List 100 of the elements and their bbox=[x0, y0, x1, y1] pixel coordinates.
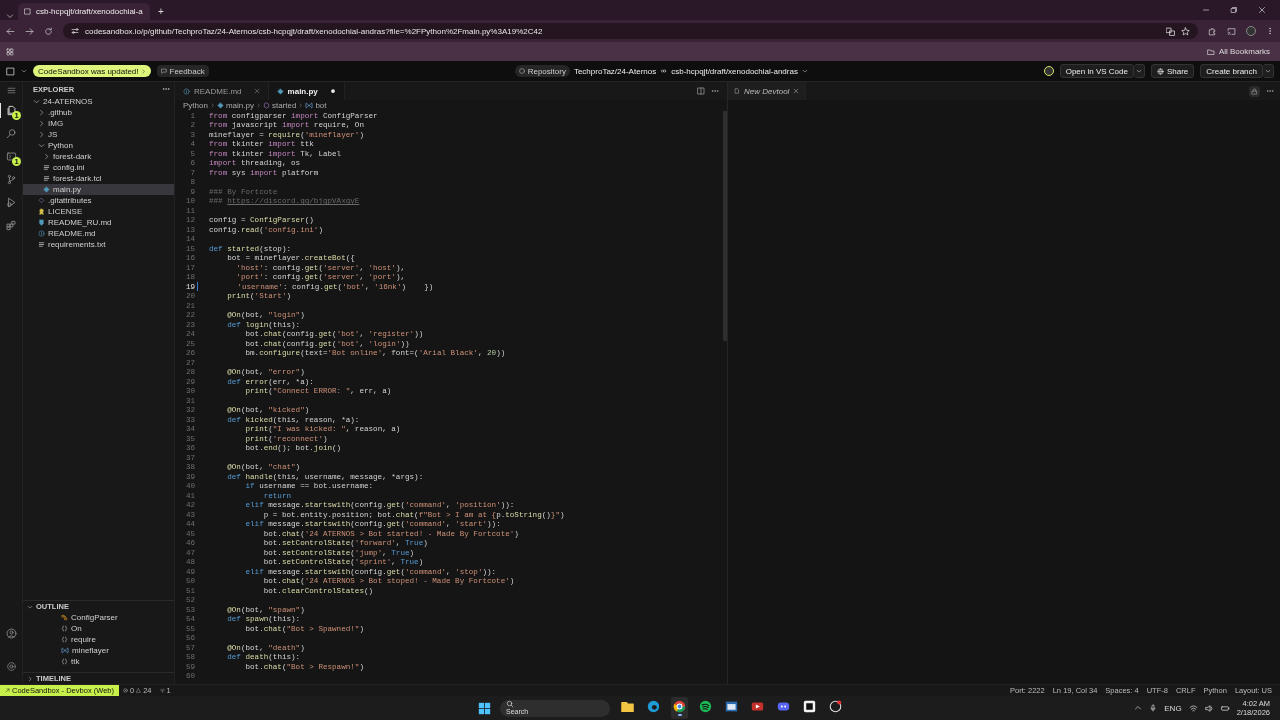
diamond-file-icon bbox=[38, 197, 45, 204]
breadcrumb-item[interactable]: started bbox=[262, 101, 297, 110]
file-tree-item[interactable]: config.ini bbox=[23, 162, 174, 173]
breadcrumb-item[interactable]: Python bbox=[183, 101, 208, 110]
restore-icon[interactable] bbox=[1230, 6, 1238, 14]
close-icon bbox=[253, 88, 260, 94]
file-tree-item[interactable]: requirements.txt bbox=[23, 239, 174, 250]
error-icon bbox=[123, 688, 128, 693]
circle-app-icon bbox=[829, 700, 842, 714]
text-file-icon bbox=[43, 164, 50, 171]
chevron-icon bbox=[298, 103, 304, 108]
file-tree-item[interactable]: README.md bbox=[23, 228, 174, 239]
file-tree-item[interactable]: .gitattributes bbox=[23, 195, 174, 206]
download-file-icon bbox=[38, 219, 45, 226]
speaker-icon[interactable] bbox=[1204, 703, 1214, 713]
more-icon[interactable] bbox=[162, 85, 170, 93]
file-tree-item[interactable]: 24-ATERNOS bbox=[23, 96, 174, 107]
file-tree-item[interactable]: Python bbox=[23, 140, 174, 151]
remote-icon bbox=[5, 688, 10, 693]
file-tree-item[interactable]: JS bbox=[23, 129, 174, 140]
forward-icon[interactable] bbox=[25, 26, 34, 36]
taskbar-app[interactable] bbox=[671, 697, 688, 719]
open-in-vscode-button[interactable]: Open in VS Code bbox=[1059, 64, 1134, 78]
breadcrumb-item[interactable]: main.py bbox=[216, 101, 254, 110]
browser-tab[interactable]: csb-hcpqjt/draft/xenodochial-a bbox=[18, 3, 150, 20]
share-button[interactable]: Share bbox=[1150, 64, 1195, 78]
file-tree-item[interactable]: forest-dark.tcl bbox=[23, 173, 174, 184]
start-icon[interactable] bbox=[478, 701, 491, 715]
minimize-icon[interactable] bbox=[1202, 6, 1210, 14]
chevron-icon bbox=[140, 68, 146, 74]
reload-icon[interactable] bbox=[44, 26, 53, 36]
chevron-icon[interactable] bbox=[801, 68, 808, 74]
text-file-icon bbox=[38, 241, 45, 248]
account-icon[interactable] bbox=[5, 628, 17, 639]
all-bookmarks-button[interactable]: All Bookmarks bbox=[1206, 47, 1274, 56]
folder-icon bbox=[1206, 47, 1215, 56]
branch-name: csb-hcpqjt/draft/xenodochial-andras bbox=[671, 66, 798, 76]
file-tree-item[interactable]: forest-dark bbox=[23, 151, 174, 162]
outline-item[interactable]: On bbox=[23, 623, 174, 634]
editor-tab[interactable]: README.md bbox=[175, 82, 269, 100]
info-icon bbox=[183, 87, 190, 95]
translate-icon[interactable] bbox=[1166, 26, 1175, 36]
close-icon[interactable] bbox=[1258, 6, 1266, 14]
chevron-up-icon[interactable] bbox=[1134, 704, 1143, 712]
browser-icon bbox=[647, 700, 660, 714]
chevron-icon[interactable] bbox=[21, 68, 27, 74]
settings-icon[interactable] bbox=[5, 661, 17, 672]
battery-icon[interactable] bbox=[1220, 703, 1230, 713]
folder-icon bbox=[621, 700, 634, 714]
favicon-icon bbox=[24, 8, 31, 15]
split-editor-icon[interactable] bbox=[697, 87, 705, 95]
python-file-icon bbox=[43, 186, 50, 193]
feedback-button[interactable]: Feedback bbox=[156, 65, 209, 77]
run-debug-icon bbox=[6, 197, 17, 208]
microphone-icon[interactable] bbox=[1149, 704, 1158, 712]
new-tab-button[interactable]: + bbox=[154, 3, 168, 20]
window-app-icon bbox=[725, 700, 738, 714]
menu-icon[interactable] bbox=[6, 86, 16, 95]
warning-icon bbox=[136, 688, 142, 693]
user-avatar[interactable] bbox=[1043, 66, 1054, 76]
comment-icon bbox=[160, 68, 167, 74]
files-icon bbox=[6, 105, 17, 116]
more-icon[interactable] bbox=[1266, 87, 1274, 95]
terminal-icon bbox=[6, 151, 17, 162]
dropdown-button[interactable] bbox=[1263, 64, 1274, 78]
python-file-icon bbox=[216, 102, 224, 109]
devtool-tab[interactable]: New Devtool bbox=[728, 82, 807, 100]
browser-icon bbox=[673, 700, 686, 714]
outline-item[interactable]: require bbox=[23, 634, 174, 645]
wifi-icon[interactable] bbox=[1188, 703, 1198, 713]
variable-icon bbox=[305, 102, 314, 109]
extensions-icon[interactable] bbox=[1208, 26, 1217, 36]
dropdown-button[interactable] bbox=[1133, 64, 1145, 78]
update-notice-button[interactable]: CodeSandbox was updated! bbox=[33, 65, 151, 77]
star-icon[interactable] bbox=[1181, 26, 1190, 36]
chevron-icon bbox=[209, 103, 215, 108]
outline-item[interactable]: ttk bbox=[23, 656, 174, 667]
address-bar[interactable]: codesandbox.io/p/github/TechproTaz/24-Aternos/csb-hcpqjt/draft/xenodochial-andras?file=%2FPython%2Fmain.py%3A19%2C42 bbox=[63, 23, 1198, 39]
back-icon[interactable] bbox=[6, 26, 15, 36]
file-tree-item[interactable]: IMG bbox=[23, 118, 174, 129]
language-indicator[interactable]: ENG bbox=[1164, 703, 1182, 713]
apps-grid-icon[interactable] bbox=[6, 47, 14, 56]
create-branch-button[interactable]: Create branch bbox=[1200, 64, 1263, 78]
outline-item[interactable]: ConfigParser bbox=[23, 612, 174, 623]
breadcrumb-item[interactable]: bot bbox=[305, 101, 327, 110]
cast-icon[interactable] bbox=[1227, 26, 1236, 36]
tab-list-icon[interactable] bbox=[6, 12, 14, 20]
file-tree-item[interactable]: README_RU.md bbox=[23, 217, 174, 228]
caret-icon bbox=[1135, 68, 1142, 74]
square-icon[interactable] bbox=[6, 66, 15, 76]
file-tree-item[interactable]: LICENSE bbox=[23, 206, 174, 217]
profile-avatar[interactable] bbox=[1246, 26, 1256, 36]
repository-button[interactable]: Repository bbox=[514, 65, 570, 77]
outline-item[interactable]: mineflayer bbox=[23, 645, 174, 656]
file-tree-item[interactable]: .github bbox=[23, 107, 174, 118]
unsaved-dot-icon bbox=[329, 88, 336, 94]
more-icon[interactable] bbox=[711, 87, 719, 95]
menu-dots-icon[interactable] bbox=[1266, 27, 1274, 35]
lock-icon[interactable] bbox=[1251, 87, 1258, 95]
file-tree-item[interactable]: main.py bbox=[23, 184, 174, 195]
